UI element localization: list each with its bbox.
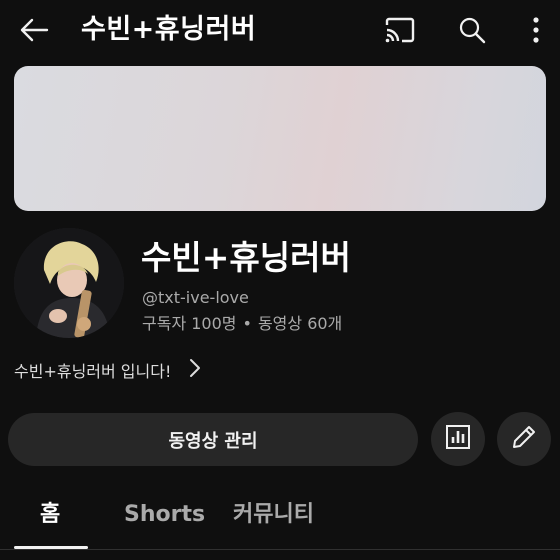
- subscriber-count: 구독자 100명: [142, 314, 237, 333]
- channel-banner: [14, 66, 546, 211]
- avatar-image: [14, 228, 124, 338]
- top-app-bar: 수빈+휴닝러버: [0, 0, 560, 60]
- pencil-icon: [510, 423, 538, 455]
- avatar[interactable]: [14, 228, 124, 338]
- channel-stats: 구독자 100명 • 동영상 60개: [142, 313, 342, 335]
- more-vert-icon[interactable]: [516, 12, 556, 48]
- chevron-right-icon: [189, 358, 201, 382]
- channel-handle: @txt-ive-love: [142, 288, 249, 307]
- video-count: 동영상 60개: [257, 314, 343, 333]
- cast-icon[interactable]: [380, 12, 420, 48]
- edit-channel-button[interactable]: [497, 412, 551, 466]
- analytics-button[interactable]: [431, 412, 485, 466]
- description-text: 수빈+휴닝러버 입니다!: [14, 362, 172, 381]
- channel-description[interactable]: 수빈+휴닝러버 입니다!: [14, 357, 201, 383]
- tab-community[interactable]: 커뮤니티: [233, 498, 314, 532]
- page-title: 수빈+휴닝러버: [81, 14, 257, 45]
- back-arrow-icon[interactable]: [14, 12, 54, 48]
- channel-tabs: 홈 Shorts 커뮤니티: [0, 490, 560, 550]
- analytics-icon: [445, 424, 471, 454]
- manage-videos-button[interactable]: 동영상 관리: [8, 413, 418, 466]
- search-icon[interactable]: [452, 12, 492, 48]
- stats-separator: •: [242, 314, 252, 333]
- tab-home[interactable]: 홈: [40, 498, 60, 532]
- channel-name: 수빈+휴닝러버: [141, 238, 351, 277]
- tab-shorts[interactable]: Shorts: [124, 498, 205, 532]
- tabs-divider: [0, 549, 560, 550]
